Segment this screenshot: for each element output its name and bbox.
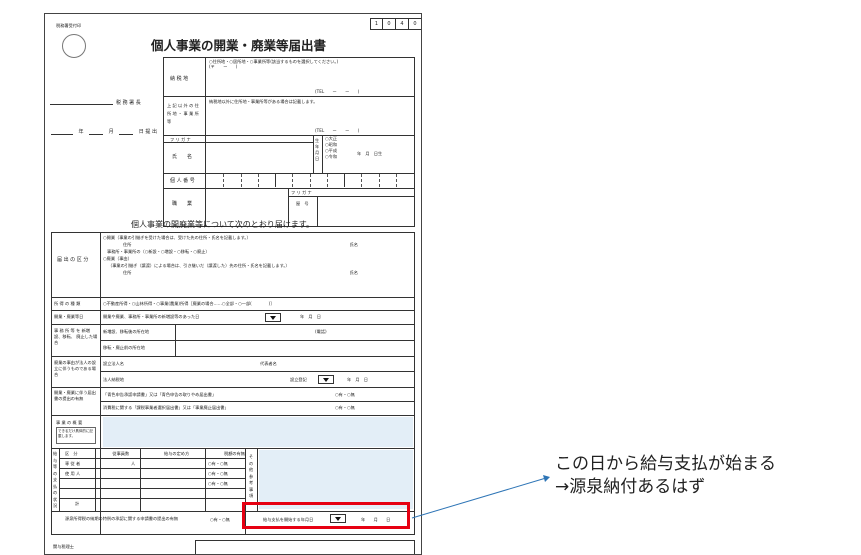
annotation-line-2: →源泉納付あるはず <box>555 477 706 497</box>
annotation-line-1: この日から給与支払が始まる <box>555 454 776 474</box>
arrow-head <box>543 475 550 482</box>
arrow-line <box>411 477 547 519</box>
